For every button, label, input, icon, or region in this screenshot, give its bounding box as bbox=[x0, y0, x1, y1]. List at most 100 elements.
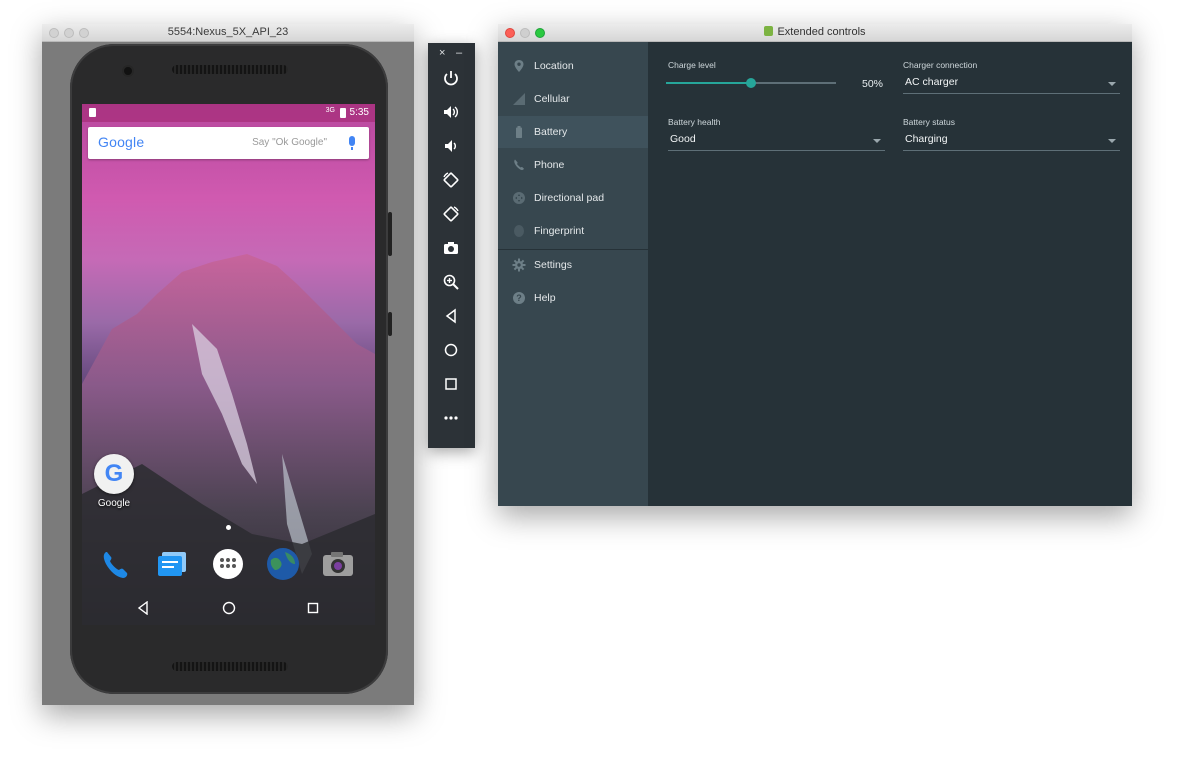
mic-icon[interactable] bbox=[349, 136, 355, 150]
sidebar-item-cellular[interactable]: Cellular bbox=[498, 83, 648, 115]
sidebar-item-label: Battery bbox=[534, 126, 568, 138]
sidebar-item-battery[interactable]: Battery bbox=[498, 116, 648, 148]
power-button[interactable] bbox=[440, 67, 462, 89]
extended-controls-titlebar[interactable]: Extended controls bbox=[498, 24, 1132, 42]
home-app-google[interactable]: G Google bbox=[91, 454, 137, 509]
camera-icon[interactable] bbox=[320, 546, 356, 582]
sidebar-item-fingerprint[interactable]: Fingerprint bbox=[498, 215, 648, 247]
dock bbox=[82, 544, 375, 586]
side-volume-button bbox=[388, 212, 392, 256]
side-power-button bbox=[388, 312, 392, 336]
zoom-button[interactable] bbox=[440, 271, 462, 293]
bottom-speaker bbox=[172, 662, 288, 671]
battery-status-icon bbox=[340, 108, 346, 118]
more-button[interactable] bbox=[440, 407, 462, 429]
messages-icon[interactable] bbox=[154, 546, 190, 582]
volume-down-icon bbox=[445, 140, 456, 152]
screenshot-icon bbox=[444, 242, 458, 254]
cellular-icon bbox=[513, 93, 525, 105]
apps-icon[interactable] bbox=[210, 546, 246, 582]
google-app-icon: G bbox=[94, 454, 134, 494]
sidebar-item-directional-pad[interactable]: Directional pad bbox=[498, 182, 648, 214]
zoom-icon bbox=[443, 274, 459, 290]
more-icon bbox=[444, 416, 458, 420]
sidebar-item-label: Location bbox=[534, 60, 574, 72]
back-icon[interactable] bbox=[137, 601, 149, 615]
window-title-text: Extended controls bbox=[777, 26, 866, 38]
rotate-left-button[interactable] bbox=[440, 169, 462, 191]
dropdown-arrow-icon bbox=[1108, 139, 1116, 143]
back-icon bbox=[445, 308, 456, 324]
emulator-toolbar: × – bbox=[428, 43, 475, 448]
charge-level-slider-thumb[interactable] bbox=[746, 78, 756, 88]
top-speaker bbox=[172, 65, 288, 74]
overview-button[interactable] bbox=[440, 373, 462, 395]
toolbar-minimize-button[interactable]: – bbox=[456, 47, 462, 59]
power-icon bbox=[444, 71, 458, 86]
back-button[interactable] bbox=[440, 305, 462, 327]
network-indicator: 3G bbox=[325, 107, 335, 114]
charger-connection-select[interactable]: AC charger bbox=[903, 73, 1120, 94]
rotate-left-icon bbox=[443, 172, 459, 188]
volume-up-button[interactable] bbox=[440, 101, 462, 123]
page-indicator bbox=[226, 525, 231, 530]
help-icon: ? bbox=[513, 292, 525, 304]
google-search-bar[interactable]: Google Say "Ok Google" bbox=[88, 127, 369, 159]
home-icon bbox=[444, 343, 458, 357]
battery-status-select[interactable]: Charging bbox=[903, 130, 1120, 151]
status-bar: 3G 5:35 bbox=[82, 104, 375, 122]
extended-controls-window: Extended controls Location Cellular Batt… bbox=[498, 24, 1132, 506]
dropdown-arrow-icon bbox=[1108, 82, 1116, 86]
sidebar-item-settings[interactable]: Settings bbox=[498, 249, 648, 281]
battery-health-value: Good bbox=[670, 133, 696, 145]
home-app-label: Google bbox=[97, 498, 131, 509]
battery-panel: Charge level 50% Charger connection AC c… bbox=[648, 42, 1132, 506]
fingerprint-icon bbox=[514, 225, 524, 237]
home-icon[interactable] bbox=[222, 601, 236, 615]
home-button[interactable] bbox=[440, 339, 462, 361]
toolbar-close-button[interactable]: × bbox=[439, 47, 445, 59]
rotate-right-icon bbox=[443, 206, 459, 222]
charge-level-slider-fill bbox=[666, 82, 751, 84]
emulator-window: 5554:Nexus_5X_API_23 3G 5:35 Google Say … bbox=[42, 24, 414, 705]
sidebar-item-label: Settings bbox=[534, 259, 572, 271]
overview-icon bbox=[445, 378, 457, 390]
battery-status-value: Charging bbox=[905, 133, 948, 145]
status-time: 5:35 bbox=[349, 107, 369, 118]
sidebar-item-help[interactable]: ? Help bbox=[498, 282, 648, 314]
sidebar-item-phone[interactable]: Phone bbox=[498, 149, 648, 181]
sidebar-item-label: Phone bbox=[534, 159, 565, 171]
browser-icon[interactable] bbox=[265, 546, 301, 582]
phone-frame: 3G 5:35 Google Say "Ok Google" G Google bbox=[70, 44, 392, 694]
emulator-titlebar[interactable]: 5554:Nexus_5X_API_23 bbox=[42, 24, 414, 42]
google-logo: Google bbox=[98, 134, 145, 150]
dropdown-arrow-icon bbox=[873, 139, 881, 143]
charger-connection-label: Charger connection bbox=[903, 60, 978, 70]
phone-icon bbox=[514, 159, 524, 171]
battery-health-select[interactable]: Good bbox=[668, 130, 885, 151]
battery-icon bbox=[516, 126, 522, 138]
sidebar-item-label: Cellular bbox=[534, 93, 570, 105]
charger-connection-value: AC charger bbox=[905, 76, 959, 88]
charge-level-value: 50% bbox=[862, 78, 884, 90]
svg-text:?: ? bbox=[516, 293, 522, 303]
sidebar-item-label: Help bbox=[534, 292, 556, 304]
charge-level-slider[interactable] bbox=[666, 78, 836, 88]
battery-health-label: Battery health bbox=[668, 117, 721, 127]
charge-level-label: Charge level bbox=[668, 60, 716, 70]
rotate-right-button[interactable] bbox=[440, 203, 462, 225]
sidebar: Location Cellular Battery Phone Directio… bbox=[498, 42, 648, 506]
sidebar-item-label: Fingerprint bbox=[534, 225, 585, 237]
dpad-icon bbox=[513, 192, 525, 204]
sidebar-item-location[interactable]: Location bbox=[498, 50, 648, 82]
phone-screen[interactable]: 3G 5:35 Google Say "Ok Google" G Google bbox=[82, 104, 375, 625]
phone-icon[interactable] bbox=[97, 546, 133, 582]
recents-icon[interactable] bbox=[307, 601, 319, 615]
screenshot-button[interactable] bbox=[440, 237, 462, 259]
volume-down-button[interactable] bbox=[440, 135, 462, 157]
sd-card-icon bbox=[89, 108, 96, 117]
search-hint: Say "Ok Google" bbox=[252, 137, 327, 148]
android-icon bbox=[764, 26, 774, 36]
battery-status-label: Battery status bbox=[903, 117, 955, 127]
front-camera bbox=[124, 67, 132, 75]
